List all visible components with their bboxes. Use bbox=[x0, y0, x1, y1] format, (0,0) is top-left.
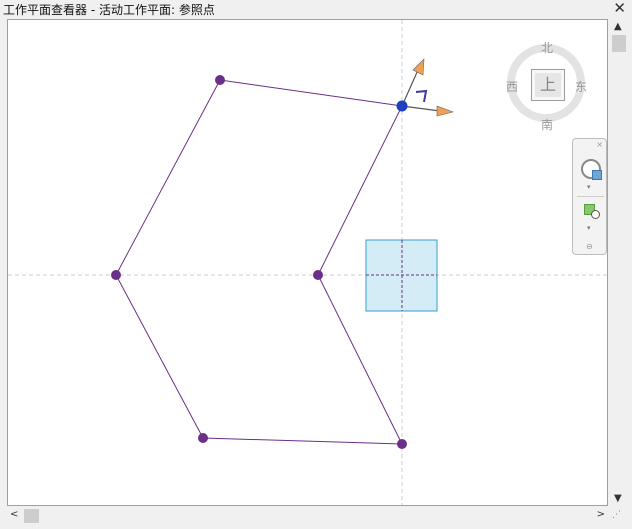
steering-wheel-dropdown-icon[interactable]: ▾ bbox=[587, 183, 591, 191]
vertical-scrollbar[interactable]: ▲ ▼ bbox=[609, 19, 629, 506]
scroll-down-icon[interactable]: ▼ bbox=[614, 493, 622, 504]
horizontal-scroll-thumb[interactable] bbox=[24, 509, 39, 523]
compass-south[interactable]: 南 bbox=[541, 116, 553, 133]
horizontal-scrollbar[interactable]: < > bbox=[7, 507, 608, 525]
gizmo-y-axis bbox=[401, 69, 419, 107]
scroll-left-icon[interactable]: < bbox=[10, 509, 18, 520]
compass-west[interactable]: 西 bbox=[506, 78, 518, 95]
navbar-divider bbox=[577, 196, 604, 197]
title-bar: 工作平面查看器 - 活动工作平面: 参照点 ✕ bbox=[0, 0, 632, 18]
navbar-options-icon[interactable]: ⊖ bbox=[586, 242, 593, 251]
scroll-right-icon[interactable]: > bbox=[597, 509, 605, 520]
resize-grip-icon[interactable]: ⋰ bbox=[612, 510, 621, 520]
window-title: 工作平面查看器 - 活动工作平面: 参照点 bbox=[3, 3, 215, 17]
gizmo-x-axis bbox=[401, 105, 441, 112]
viewcube-top-face[interactable]: 上 bbox=[531, 69, 565, 101]
gizmo-y-arrow[interactable] bbox=[412, 58, 425, 76]
close-button[interactable]: ✕ bbox=[613, 0, 626, 16]
view-cube[interactable]: 上 北 南 东 西 bbox=[503, 36, 587, 133]
reference-point[interactable] bbox=[397, 439, 407, 449]
zoom-dropdown-icon[interactable]: ▾ bbox=[587, 224, 591, 232]
reference-point[interactable] bbox=[111, 270, 121, 280]
gizmo-x-arrow[interactable] bbox=[436, 105, 455, 117]
navbar-close-icon[interactable]: × bbox=[596, 140, 603, 149]
workplane-viewport[interactable]: 上 北 南 东 西 × ▾ ▾ ⊖ bbox=[7, 19, 608, 506]
compass-north[interactable]: 北 bbox=[541, 39, 553, 56]
zoom-lens-icon bbox=[591, 210, 600, 219]
scroll-up-icon[interactable]: ▲ bbox=[614, 21, 622, 32]
gizmo-rotation-handle[interactable] bbox=[415, 89, 428, 103]
steering-wheel-cube-icon bbox=[592, 170, 602, 180]
navigation-bar: × ▾ ▾ ⊖ bbox=[572, 138, 607, 255]
active-reference-point[interactable] bbox=[396, 100, 408, 112]
reference-point[interactable] bbox=[215, 75, 225, 85]
reference-point[interactable] bbox=[313, 270, 323, 280]
vertical-scroll-thumb[interactable] bbox=[612, 35, 626, 52]
reference-point[interactable] bbox=[198, 433, 208, 443]
sketch-polyline[interactable] bbox=[115, 79, 403, 445]
compass-east[interactable]: 东 bbox=[575, 78, 587, 95]
